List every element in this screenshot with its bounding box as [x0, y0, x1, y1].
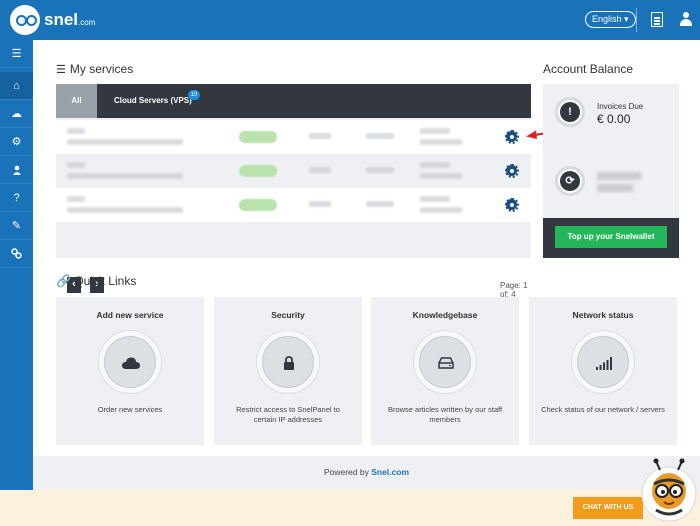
gear-icon[interactable] — [504, 129, 519, 144]
quicklink-security[interactable]: Security Restrict access to SnelPanel to… — [214, 297, 362, 445]
menu-icon[interactable]: ☰ — [0, 40, 33, 68]
quicklink-add-service[interactable]: Add new service Order new services — [56, 297, 204, 445]
invoices-alert-icon: ! — [555, 97, 585, 127]
quicklink-network-status[interactable]: Network status Check status of our netwo… — [529, 297, 677, 445]
powered-by-link[interactable]: Snel.com — [371, 467, 409, 477]
service-row[interactable] — [56, 120, 531, 154]
quicklink-desc: Order new services — [97, 405, 163, 414]
quicklink-knowledgebase[interactable]: Knowledgebase Browse articles written by… — [371, 297, 519, 445]
user-icon[interactable] — [0, 156, 33, 184]
settings-icon[interactable]: ⚙ — [0, 128, 33, 156]
edit-icon[interactable]: ✎ — [0, 212, 33, 240]
home-icon[interactable]: ⌂ — [0, 72, 33, 100]
help-icon[interactable]: ? — [0, 184, 33, 212]
signal-icon — [578, 337, 630, 389]
sidebar: ☰ ⌂ ☁ ⚙ ? ✎ — [0, 40, 33, 490]
quicklink-title: Add new service — [96, 310, 164, 320]
tab-all[interactable]: All — [56, 84, 97, 118]
language-selector[interactable]: English ▾ — [585, 11, 636, 28]
mascot-bee-icon[interactable] — [640, 458, 698, 522]
main-content: ☰My services All Cloud Servers (VPS) 10 — [33, 40, 700, 490]
services-panel: All Cloud Servers (VPS) 10 ‹ › Page: 1 o… — [56, 84, 531, 299]
service-tabs: All Cloud Servers (VPS) 10 — [56, 84, 531, 118]
wallet-value-redacted — [597, 184, 633, 192]
top-bar: snel.com English ▾ — [0, 0, 700, 40]
link-icon[interactable] — [0, 240, 33, 268]
link-icon: 🔗 — [56, 274, 71, 288]
drive-icon — [420, 337, 472, 389]
quicklink-title: Security — [271, 310, 305, 320]
list-icon: ☰ — [56, 64, 66, 76]
cloud-icon — [105, 337, 157, 389]
invoices-due-value: € 0.00 — [597, 112, 631, 126]
chat-with-us-button[interactable]: CHAT WITH US — [573, 497, 643, 519]
account-user-icon[interactable] — [680, 12, 692, 27]
tab-cloud-servers[interactable]: Cloud Servers (VPS) — [114, 84, 192, 118]
snel-logo[interactable]: snel.com — [10, 5, 95, 35]
invoices-due-label: Invoices Due — [597, 102, 644, 111]
balance-panel: ! Invoices Due € 0.00 ⟳ Top up your Snel… — [543, 84, 679, 258]
quicklink-title: Knowledgebase — [412, 310, 478, 320]
quicklink-desc: Browse articles written by our staff mem… — [387, 405, 503, 424]
quicklink-desc: Restrict access to SnelPanel to certain … — [236, 405, 340, 424]
quicklink-desc: Check status of our network / servers — [541, 405, 665, 414]
gear-icon[interactable] — [504, 197, 519, 212]
cloud-icon[interactable]: ☁ — [0, 100, 33, 128]
topbar-divider — [636, 8, 637, 32]
quick-links-heading: 🔗 Quick Links — [56, 274, 137, 288]
logo-mascot-icon — [10, 5, 40, 35]
gear-icon[interactable] — [504, 163, 519, 178]
my-services-heading: ☰ My services — [56, 62, 134, 76]
quicklink-title: Network status — [572, 310, 634, 320]
wallet-label-redacted — [597, 172, 641, 180]
account-balance-heading: Account Balance — [543, 62, 634, 76]
lock-icon — [263, 337, 315, 389]
logo-text: snel.com — [44, 10, 96, 29]
cloud-count-badge: 10 — [188, 90, 200, 100]
refresh-icon: ⟳ — [555, 166, 585, 196]
invoices-document-icon[interactable] — [651, 12, 663, 27]
powered-by: Powered by Snel.com — [323, 467, 410, 477]
topup-snelwallet-button[interactable]: Top up your Snelwallet — [555, 226, 667, 248]
service-row[interactable] — [56, 154, 531, 188]
service-row[interactable] — [56, 188, 531, 222]
